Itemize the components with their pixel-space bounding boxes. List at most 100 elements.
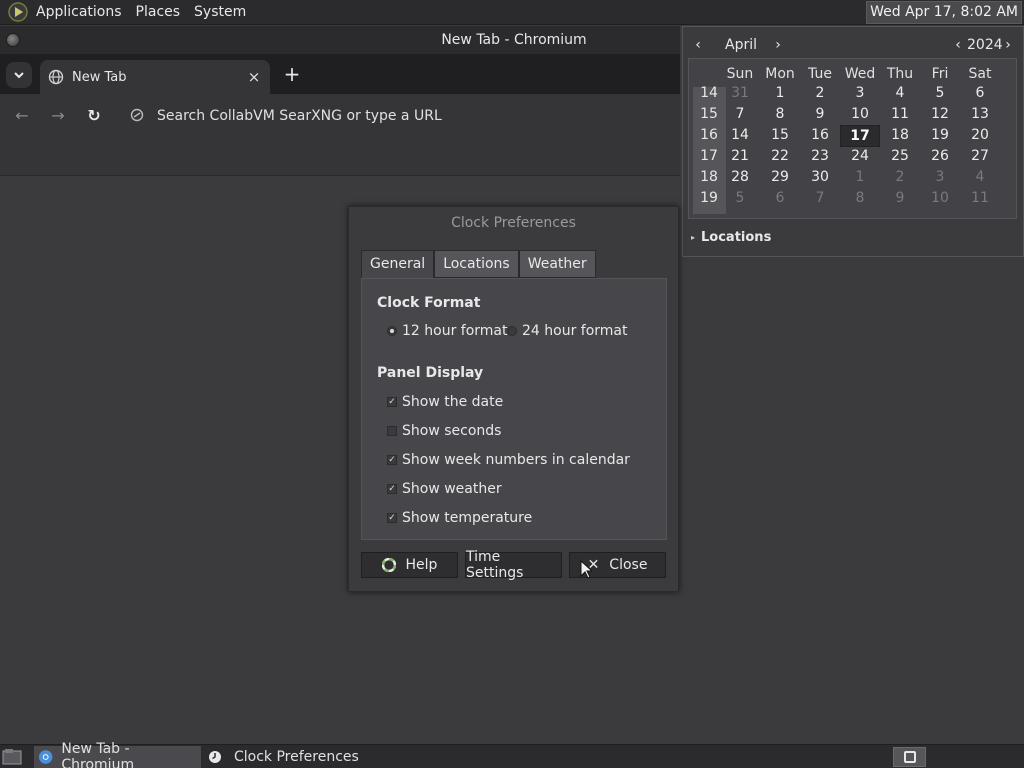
top-panel: Applications Places System Wed Apr 17, 8… bbox=[0, 0, 1024, 25]
calendar-day[interactable]: 14 bbox=[720, 125, 760, 145]
locations-expander[interactable]: ▸ Locations bbox=[691, 230, 771, 245]
show-desktop-icon[interactable] bbox=[2, 748, 22, 766]
address-bar[interactable]: Search CollabVM SearXNG or type a URL bbox=[157, 106, 442, 126]
calendar-day[interactable]: 5 bbox=[920, 83, 960, 103]
calendar-day[interactable]: 8 bbox=[840, 188, 880, 208]
next-month-icon[interactable]: › bbox=[771, 37, 785, 53]
calendar-day[interactable]: 23 bbox=[800, 146, 840, 166]
calendar-day[interactable]: 28 bbox=[720, 167, 760, 187]
calendar-day[interactable]: 26 bbox=[920, 146, 960, 166]
calendar-day[interactable]: 7 bbox=[800, 188, 840, 208]
prev-month-icon[interactable]: ‹ bbox=[691, 37, 705, 53]
checkbox-label: Show week numbers in calendar bbox=[402, 452, 630, 468]
calendar-day[interactable]: 6 bbox=[960, 83, 1000, 103]
calendar-day[interactable]: 15 bbox=[760, 125, 800, 145]
radio-24-hour[interactable]: 24 hour format bbox=[507, 323, 628, 339]
calendar-day[interactable]: 20 bbox=[960, 125, 1000, 145]
back-icon[interactable]: ← bbox=[12, 106, 32, 126]
radio-label: 24 hour format bbox=[522, 323, 628, 339]
help-label: Help bbox=[405, 557, 438, 573]
calendar-day[interactable]: 22 bbox=[760, 146, 800, 166]
calendar-day[interactable]: 4 bbox=[960, 167, 1000, 187]
calendar-day[interactable]: 16 bbox=[800, 125, 840, 145]
calendar-grid: Sun Mon Tue Wed Thu Fri Sat 14 31 1 2 3 4 5 6 15 7 8 9 10 11… bbox=[688, 58, 1017, 219]
checkbox-option[interactable]: ✓ Show weather bbox=[387, 481, 502, 497]
checkbox-label: Show the date bbox=[402, 394, 504, 410]
task-clock-preferences[interactable]: Clock Preferences bbox=[205, 746, 385, 768]
calendar-day[interactable]: 18 bbox=[880, 125, 920, 145]
calendar-day[interactable]: 2 bbox=[800, 83, 840, 103]
checkbox-label: Show seconds bbox=[402, 423, 502, 439]
calendar-day[interactable]: 12 bbox=[920, 104, 960, 124]
calendar-day[interactable]: 24 bbox=[840, 146, 880, 166]
applications-menu-icon[interactable] bbox=[7, 1, 29, 23]
calendar-day[interactable]: 10 bbox=[840, 104, 880, 124]
tab-weather[interactable]: Weather bbox=[518, 250, 596, 278]
tab-new-tab[interactable]: New Tab × bbox=[40, 60, 270, 94]
chromium-window: New Tab - Chromium New Tab × + ← → ↻ Sea… bbox=[0, 26, 680, 176]
radio-12-hour[interactable]: 12 hour format bbox=[387, 323, 508, 339]
calendar-dayname: Sat bbox=[968, 66, 992, 82]
calendar-day[interactable]: 21 bbox=[720, 146, 760, 166]
calendar-day[interactable]: 9 bbox=[880, 188, 920, 208]
close-tab-icon[interactable]: × bbox=[244, 68, 264, 86]
workspace-window-icon bbox=[904, 751, 916, 763]
calendar-day[interactable]: 19 bbox=[920, 125, 960, 145]
calendar-day[interactable]: 8 bbox=[760, 104, 800, 124]
bottom-panel: New Tab - Chromium Clock Preferences bbox=[0, 741, 1024, 768]
tab-general[interactable]: General bbox=[361, 250, 435, 280]
calendar-day[interactable]: 25 bbox=[880, 146, 920, 166]
calendar-day[interactable]: 10 bbox=[920, 188, 960, 208]
calendar-day[interactable]: 6 bbox=[760, 188, 800, 208]
prev-year-icon[interactable]: ‹ bbox=[951, 37, 965, 53]
calendar-day[interactable]: 4 bbox=[880, 83, 920, 103]
new-tab-button[interactable]: + bbox=[282, 62, 302, 88]
checkbox-option[interactable]: ✓ Show temperature bbox=[387, 510, 532, 526]
clock-preferences-dialog: Clock Preferences General Locations Weat… bbox=[348, 206, 679, 592]
calendar-day[interactable]: 5 bbox=[720, 188, 760, 208]
chromium-titlebar[interactable]: New Tab - Chromium bbox=[0, 26, 680, 54]
calendar-day[interactable]: 3 bbox=[920, 167, 960, 187]
panel-clock[interactable]: Wed Apr 17, 8:02 AM bbox=[866, 1, 1022, 24]
calendar-day[interactable]: 29 bbox=[760, 167, 800, 187]
tab-label: New Tab bbox=[72, 69, 127, 85]
forward-icon[interactable]: → bbox=[48, 106, 68, 126]
checkbox-label: Show weather bbox=[402, 481, 502, 497]
task-chromium[interactable]: New Tab - Chromium bbox=[34, 741, 201, 768]
task-label: Clock Preferences bbox=[234, 749, 359, 765]
system-menu[interactable]: System bbox=[187, 0, 253, 25]
checkbox-option[interactable]: ✓ Show week numbers in calendar bbox=[387, 452, 630, 468]
calendar-day[interactable]: 7 bbox=[720, 104, 760, 124]
calendar-day[interactable]: 2 bbox=[880, 167, 920, 187]
calendar-day[interactable]: 31 bbox=[720, 83, 760, 103]
checkbox-option[interactable]: ✓ Show the date bbox=[387, 394, 503, 410]
calendar-day[interactable]: 3 bbox=[840, 83, 880, 103]
time-settings-button[interactable]: Time Settings bbox=[465, 549, 562, 581]
calendar-day[interactable]: 11 bbox=[880, 104, 920, 124]
tab-strip: New Tab × + bbox=[0, 54, 680, 94]
calendar-day[interactable]: 30 bbox=[800, 167, 840, 187]
calendar-day[interactable]: 9 bbox=[800, 104, 840, 124]
calendar-day[interactable]: 13 bbox=[960, 104, 1000, 124]
calendar-dayname: Wed bbox=[844, 66, 876, 82]
calendar-today[interactable]: 17 bbox=[840, 125, 880, 147]
calendar-day[interactable]: 11 bbox=[960, 188, 1000, 208]
tab-search-button[interactable] bbox=[6, 62, 32, 88]
calendar-day[interactable]: 27 bbox=[960, 146, 1000, 166]
clock-format-title: Clock Format bbox=[377, 295, 481, 311]
applications-menu[interactable]: Applications bbox=[29, 0, 129, 25]
workspace-switcher[interactable] bbox=[893, 747, 926, 767]
calendar-dayname: Fri bbox=[931, 66, 949, 82]
next-year-icon[interactable]: › bbox=[1001, 37, 1015, 53]
checkbox-option[interactable]: Show seconds bbox=[387, 423, 501, 439]
help-button[interactable]: Help bbox=[361, 552, 458, 578]
reload-icon[interactable]: ↻ bbox=[84, 106, 104, 126]
calendar-day[interactable]: 1 bbox=[760, 83, 800, 103]
general-panel: Clock Format 12 hour format 24 hour form… bbox=[361, 278, 667, 540]
calendar-day[interactable]: 1 bbox=[840, 167, 880, 187]
close-label: Close bbox=[609, 557, 648, 573]
places-menu[interactable]: Places bbox=[129, 0, 188, 25]
chromium-icon bbox=[38, 750, 53, 764]
tab-locations[interactable]: Locations bbox=[434, 250, 519, 278]
task-label: New Tab - Chromium bbox=[61, 741, 135, 768]
